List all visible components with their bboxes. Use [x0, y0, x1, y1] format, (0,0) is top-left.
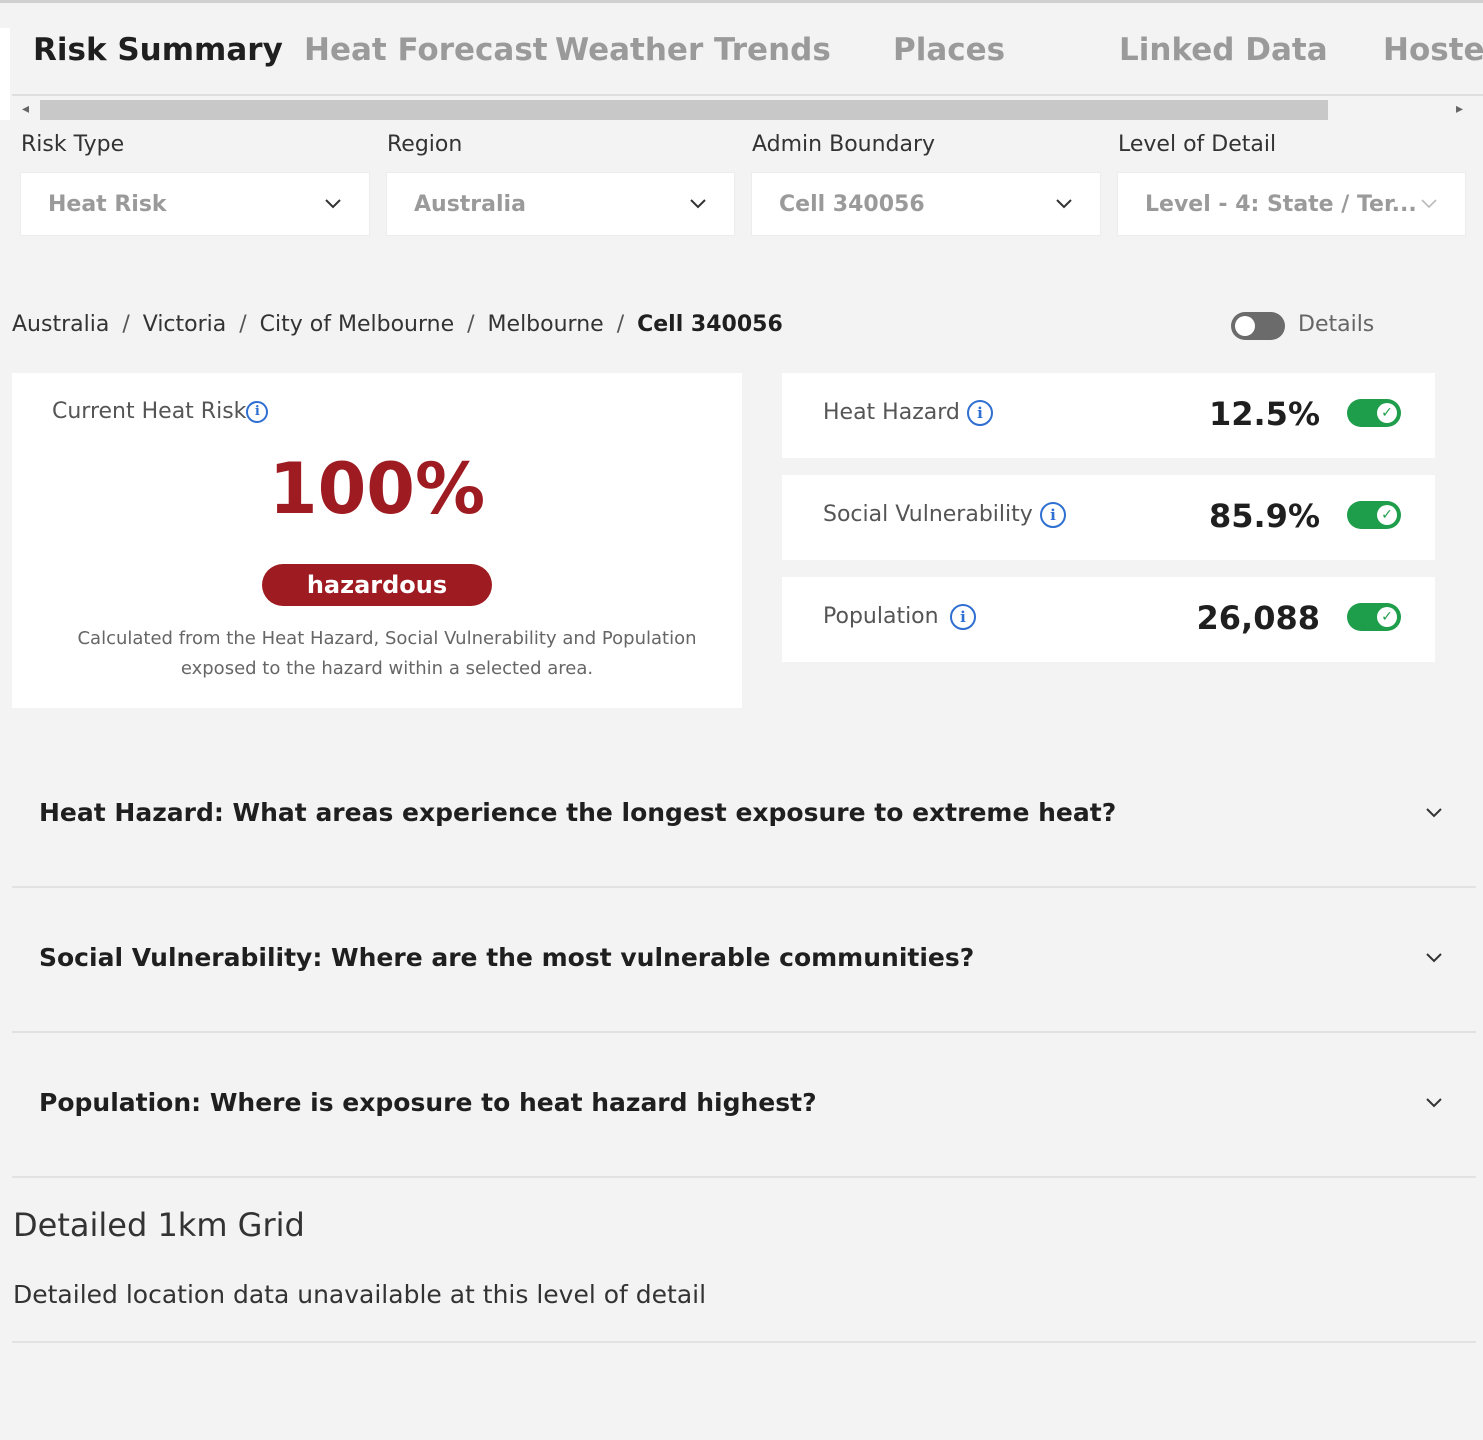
accordion-social-vulnerability[interactable]: Social Vulnerability: Where are the most…	[12, 887, 1476, 1033]
metric-label: Population	[823, 604, 939, 629]
metric-card-heat-hazard: Heat Hazard i 12.5% ✓	[782, 373, 1435, 458]
region-label: Region	[387, 132, 463, 157]
metric-card-social-vulnerability: Social Vulnerability i 85.9% ✓	[782, 475, 1435, 560]
tab-weather-trends[interactable]: Weather Trends	[555, 32, 831, 68]
current-risk-value: 100%	[268, 448, 486, 530]
check-icon: ✓	[1377, 607, 1397, 627]
admin-boundary-value: Cell 340056	[779, 192, 925, 217]
population-toggle[interactable]: ✓	[1347, 603, 1401, 631]
detailed-grid-message: Detailed location data unavailable at th…	[13, 1280, 707, 1309]
risk-description-line: exposed to the hazard within a selected …	[180, 658, 594, 679]
info-icon[interactable]: i	[950, 604, 976, 630]
metric-value: 85.9%	[1208, 497, 1320, 535]
tab-places[interactable]: Places	[893, 32, 1005, 68]
check-icon: ✓	[1377, 403, 1397, 423]
region-select[interactable]: Australia	[386, 172, 735, 236]
accordion-heat-hazard[interactable]: Heat Hazard: What areas experience the l…	[12, 742, 1476, 888]
risk-description-line: Calculated from the Heat Hazard, Social …	[77, 628, 697, 649]
tab-linked-data[interactable]: Linked Data	[1119, 32, 1328, 68]
scroll-thumb[interactable]	[40, 100, 1328, 120]
check-icon: ✓	[1377, 505, 1397, 525]
risk-description: Calculated from the Heat Hazard, Social …	[52, 624, 722, 684]
top-border	[0, 0, 1483, 3]
accordion-population[interactable]: Population: Where is exposure to heat ha…	[12, 1032, 1476, 1178]
metric-value: 26,088	[1196, 599, 1320, 637]
metric-label: Heat Hazard	[823, 400, 960, 425]
scroll-left-icon[interactable]: ◂	[22, 101, 29, 117]
breadcrumb-current: Cell 340056	[637, 312, 783, 337]
admin-boundary-select[interactable]: Cell 340056	[751, 172, 1101, 236]
accordion-title: Heat Hazard: What areas experience the l…	[39, 798, 1117, 827]
current-risk-heading: Current Heat Risk i	[52, 399, 269, 424]
breadcrumb-item[interactable]: Melbourne	[488, 312, 604, 337]
risk-type-select[interactable]: Heat Risk	[20, 172, 370, 236]
chevron-down-icon	[1426, 1098, 1442, 1108]
breadcrumb-separator: /	[122, 312, 130, 337]
breadcrumb-separator: /	[239, 312, 247, 337]
info-icon[interactable]: i	[967, 400, 993, 426]
breadcrumb-separator: /	[467, 312, 475, 337]
detailed-grid-title: Detailed 1km Grid	[13, 1206, 305, 1244]
metric-card-population: Population i 26,088 ✓	[782, 577, 1435, 662]
toggle-knob	[1235, 316, 1255, 336]
tab-hoste[interactable]: Hoste	[1383, 32, 1483, 68]
region-value: Australia	[414, 192, 526, 217]
chevron-down-icon	[325, 199, 341, 209]
chevron-down-icon	[1056, 199, 1072, 209]
breadcrumb-item[interactable]: Victoria	[143, 312, 227, 337]
level-of-detail-label: Level of Detail	[1118, 132, 1277, 157]
info-icon[interactable]: i	[246, 401, 269, 423]
level-of-detail-select[interactable]: Level - 4: State / Ter...	[1117, 172, 1466, 236]
divider	[12, 1341, 1476, 1343]
info-icon[interactable]: i	[1040, 502, 1066, 528]
details-toggle-label: Details	[1298, 312, 1375, 337]
metric-value: 12.5%	[1208, 395, 1320, 433]
heat-hazard-toggle[interactable]: ✓	[1347, 399, 1401, 427]
chevron-down-icon	[1426, 808, 1442, 818]
risk-type-value: Heat Risk	[48, 192, 167, 217]
tab-risk-summary[interactable]: Risk Summary	[33, 32, 283, 68]
admin-boundary-label: Admin Boundary	[752, 132, 936, 157]
level-of-detail-value: Level - 4: State / Ter...	[1145, 192, 1417, 217]
details-toggle[interactable]	[1231, 312, 1285, 340]
scroll-right-icon[interactable]: ▸	[1456, 101, 1463, 117]
risk-type-label: Risk Type	[21, 132, 125, 157]
breadcrumb-item[interactable]: City of Melbourne	[260, 312, 454, 337]
social-vulnerability-toggle[interactable]: ✓	[1347, 501, 1401, 529]
breadcrumb-separator: /	[616, 312, 625, 337]
risk-level-badge: hazardous	[262, 564, 492, 606]
current-risk-title: Current Heat Risk	[52, 399, 247, 424]
accordion-title: Population: Where is exposure to heat ha…	[39, 1088, 817, 1117]
chevron-down-icon	[1426, 953, 1442, 963]
tab-heat-forecast[interactable]: Heat Forecast	[304, 32, 548, 68]
tab-edge-marker	[0, 28, 10, 120]
breadcrumb-item[interactable]: Australia	[12, 312, 109, 337]
metric-label: Social Vulnerability	[823, 502, 1033, 527]
chevron-down-icon	[690, 199, 706, 209]
breadcrumb: Australia / Victoria / City of Melbourne / Mel…	[12, 312, 783, 337]
accordion-title: Social Vulnerability: Where are the most…	[39, 943, 975, 972]
chevron-down-icon	[1421, 199, 1437, 209]
tab-bar: Risk Summary Heat Forecast Weather Trend…	[12, 18, 1483, 96]
